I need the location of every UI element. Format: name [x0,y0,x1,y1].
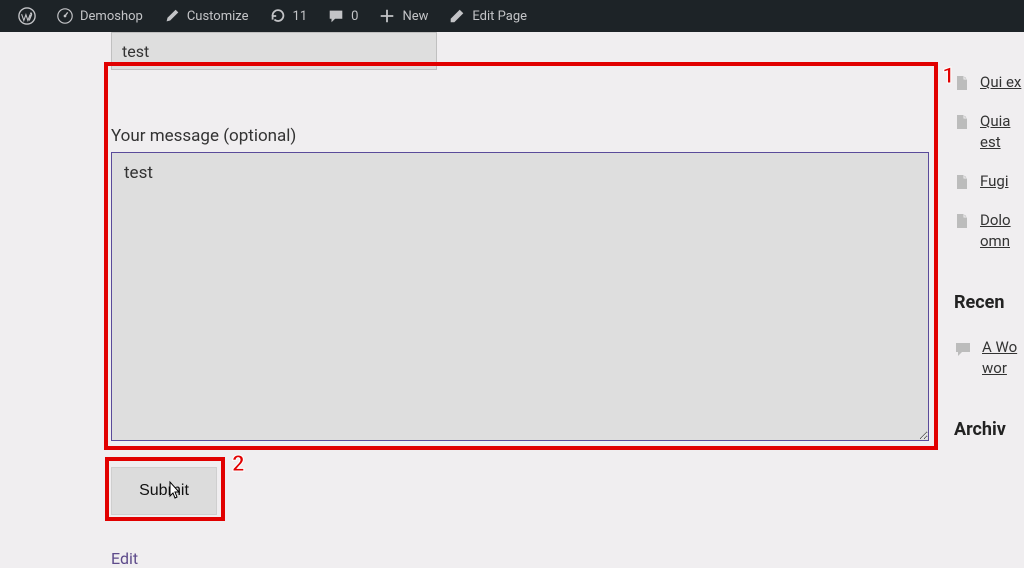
archives-heading: Archiv [954,419,1024,440]
comments-count: 0 [351,9,358,24]
site-name-link[interactable]: Demoshop [46,7,153,25]
message-textarea[interactable] [111,152,929,441]
wp-logo[interactable] [8,7,46,25]
annotation-number-1: 1 [942,64,955,89]
updates-count: 11 [293,9,308,24]
new-content-link[interactable]: New [368,7,438,25]
plus-icon [378,7,396,25]
document-icon [954,174,970,190]
pencil-icon [448,7,466,25]
chat-icon [954,340,972,358]
recent-comments-heading: Recen [954,292,1024,313]
subject-input[interactable] [111,32,437,70]
customize-link[interactable]: Customize [153,7,259,25]
updates-link[interactable]: 11 [259,7,318,25]
contact-form: Your message (optional) Submit Edit [111,32,931,568]
edit-link[interactable]: Edit [111,549,138,568]
wp-admin-bar: Demoshop Customize 11 0 New Edit Page [0,0,1024,32]
post-link: Qui ex [980,72,1021,93]
list-item[interactable]: Fugi [954,171,1024,192]
wordpress-logo-icon [18,7,36,25]
customize-label: Customize [187,9,249,24]
submit-button[interactable]: Submit [111,467,217,515]
list-item[interactable]: A Wo wor [954,337,1024,379]
list-item[interactable]: Quia est [954,111,1024,153]
refresh-icon [269,7,287,25]
edit-page-link[interactable]: Edit Page [438,7,537,25]
post-link: Dolo omn [980,210,1024,252]
dashboard-icon [56,7,74,25]
sidebar: Qui ex Quia est Fugi Dolo omn R [954,32,1024,464]
post-link: Quia est [980,111,1024,153]
comment-icon [327,7,345,25]
document-icon [954,213,970,229]
site-name-label: Demoshop [80,9,143,24]
edit-page-label: Edit Page [472,9,527,24]
submit-label: Submit [139,482,189,499]
list-item[interactable]: Qui ex [954,72,1024,93]
new-label: New [402,9,428,24]
document-icon [954,114,970,130]
comment-link: A Wo wor [982,337,1024,379]
message-label: Your message (optional) [111,126,931,146]
document-icon [954,75,970,91]
brush-icon [163,7,181,25]
list-item[interactable]: Dolo omn [954,210,1024,252]
recent-posts-list: Qui ex Quia est Fugi Dolo omn [954,72,1024,252]
post-link: Fugi [980,171,1008,192]
page-content: Your message (optional) Submit Edit Qui … [0,32,1024,526]
comments-link[interactable]: 0 [317,7,368,25]
